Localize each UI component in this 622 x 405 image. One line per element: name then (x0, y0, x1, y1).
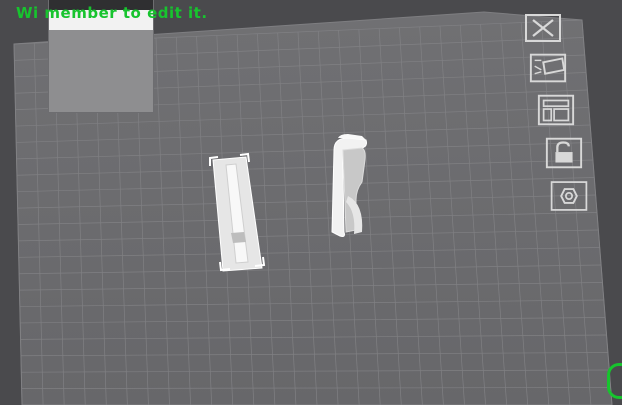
close-button[interactable] (523, 12, 563, 44)
unlock-icon (545, 137, 583, 169)
unlock-button[interactable] (544, 137, 584, 169)
accent-corner-mark (607, 363, 622, 399)
settings-icon (550, 181, 588, 211)
hint-text: Wi member to edit it. (16, 4, 208, 22)
right-toolbar (516, 10, 616, 220)
settings-button[interactable] (549, 180, 589, 212)
edit-label-icon (529, 53, 567, 83)
layout-button[interactable] (536, 94, 576, 126)
edit-label-button[interactable] (528, 52, 568, 84)
close-icon (525, 14, 561, 42)
layout-icon (537, 94, 575, 126)
